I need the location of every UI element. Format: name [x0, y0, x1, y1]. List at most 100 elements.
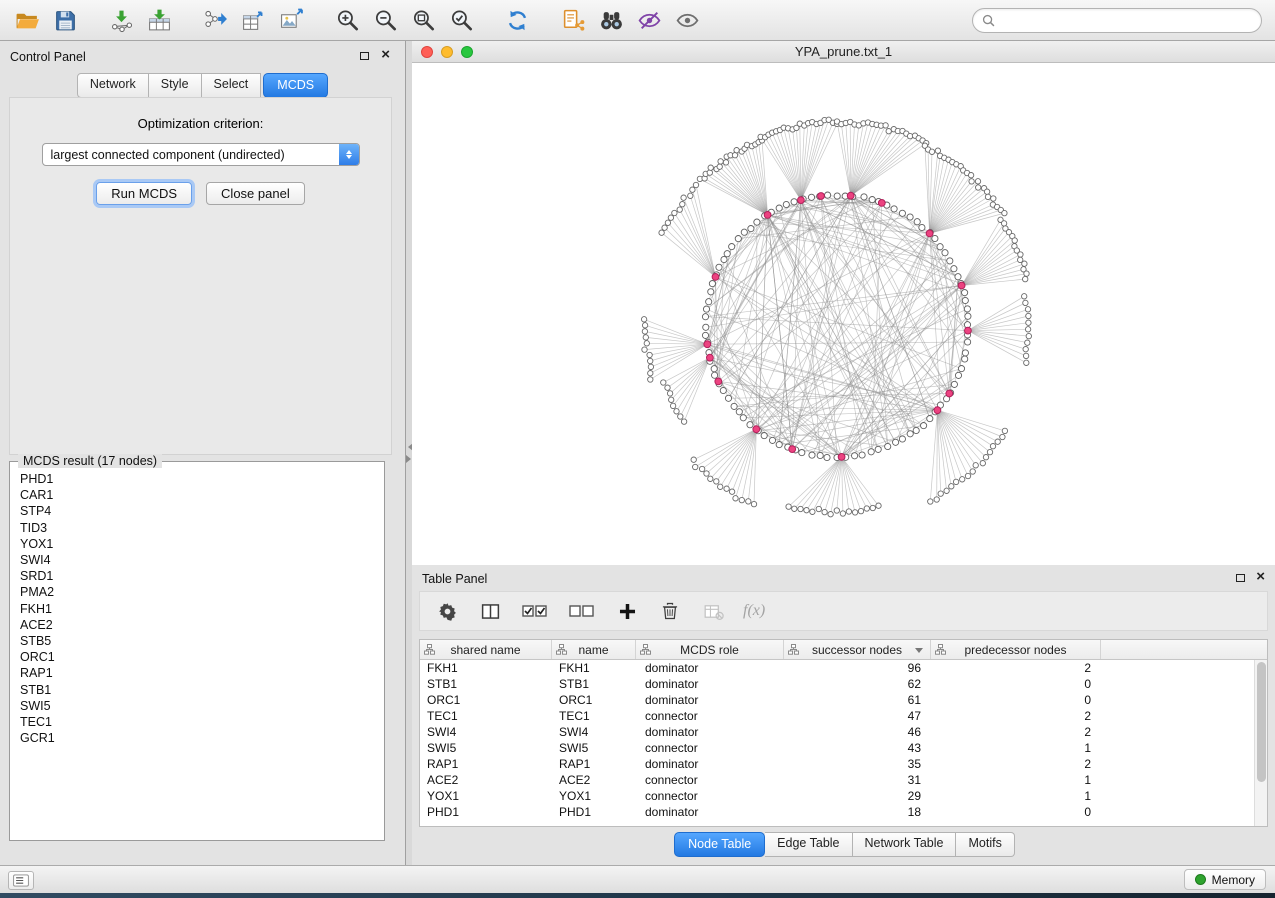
table-columns-button[interactable]: [477, 597, 503, 625]
export-table-button[interactable]: [234, 3, 272, 37]
find-icon: [599, 8, 624, 33]
mcds-result-item[interactable]: SWI4: [20, 552, 383, 568]
run-mcds-button[interactable]: Run MCDS: [96, 182, 192, 205]
table-toolbar: f(x): [419, 591, 1268, 631]
node-table: shared namenameMCDS rolesuccessor nodesp…: [419, 639, 1268, 827]
table-row[interactable]: ACE2ACE2connector311: [420, 772, 1254, 788]
add-row-icon: [618, 602, 637, 621]
refresh-button[interactable]: [498, 3, 536, 37]
open-file-button[interactable]: [8, 3, 46, 37]
delete-row-button[interactable]: [657, 597, 683, 625]
tab-mcds[interactable]: MCDS: [263, 73, 328, 98]
save-button[interactable]: [46, 3, 84, 37]
deselect-all-icon: [569, 601, 595, 621]
export-image-button[interactable]: [272, 3, 310, 37]
mcds-result-item[interactable]: TID3: [20, 520, 383, 536]
zoom-selected-button[interactable]: [442, 3, 480, 37]
mcds-result-item[interactable]: RAP1: [20, 665, 383, 681]
sort-indicator-icon[interactable]: [915, 648, 923, 657]
zoom-in-button[interactable]: [328, 3, 366, 37]
table-row[interactable]: SWI4SWI4dominator462: [420, 724, 1254, 740]
column-type-icon: [935, 644, 946, 658]
panel-menu-button[interactable]: [8, 871, 34, 890]
export-image-icon: [279, 8, 304, 33]
export-network-button[interactable]: [196, 3, 234, 37]
table-tab-motifs[interactable]: Motifs: [956, 832, 1014, 857]
add-row-button[interactable]: [614, 597, 640, 625]
column-header-predecessor-nodes[interactable]: predecessor nodes: [931, 640, 1101, 659]
mcds-result-item[interactable]: PHD1: [20, 471, 383, 487]
import-network-button[interactable]: [102, 3, 140, 37]
mcds-result-item[interactable]: SWI5: [20, 698, 383, 714]
share-document-button[interactable]: [554, 3, 592, 37]
mcds-result-item[interactable]: PMA2: [20, 584, 383, 600]
delete-table-button[interactable]: [700, 597, 726, 625]
column-header-shared-name[interactable]: shared name: [420, 640, 552, 659]
hide-details-button[interactable]: [630, 3, 668, 37]
memory-status-icon: [1195, 874, 1206, 885]
show-details-button[interactable]: [668, 3, 706, 37]
column-header-successor-nodes[interactable]: successor nodes: [784, 640, 931, 659]
table-row[interactable]: PHD1PHD1dominator180: [420, 804, 1254, 820]
table-row[interactable]: TEC1TEC1connector472: [420, 708, 1254, 724]
table-tab-network-table[interactable]: Network Table: [853, 832, 957, 857]
mcds-result-item[interactable]: SRD1: [20, 568, 383, 584]
function-builder-button[interactable]: f(x): [743, 602, 765, 620]
table-row[interactable]: STB1STB1dominator620: [420, 676, 1254, 692]
column-header-name[interactable]: name: [552, 640, 636, 659]
mcds-result-item[interactable]: YOX1: [20, 536, 383, 552]
control-panel-tabs: NetworkStyleSelectMCDS: [0, 73, 405, 98]
mcds-pane: Optimization criterion: largest connecte…: [9, 97, 392, 455]
column-type-icon: [424, 644, 435, 658]
table-body: FKH1FKH1dominator962STB1STB1dominator620…: [420, 660, 1254, 826]
close-panel-button[interactable]: Close panel: [206, 182, 305, 205]
column-header-MCDS-role[interactable]: MCDS role: [636, 640, 784, 659]
find-button[interactable]: [592, 3, 630, 37]
zoom-fit-button[interactable]: [404, 3, 442, 37]
table-settings-button[interactable]: [434, 597, 460, 625]
table-row[interactable]: SWI5SWI5connector431: [420, 740, 1254, 756]
mcds-result-item[interactable]: GCR1: [20, 730, 383, 746]
search-icon: [982, 14, 995, 27]
mcds-result-item[interactable]: ACE2: [20, 617, 383, 633]
status-bar: Memory: [0, 865, 1275, 893]
table-tab-node-table[interactable]: Node Table: [674, 832, 765, 857]
scrollbar-thumb[interactable]: [1257, 662, 1266, 782]
import-table-button[interactable]: [140, 3, 178, 37]
table-row[interactable]: YOX1YOX1connector291: [420, 788, 1254, 804]
tab-select[interactable]: Select: [202, 73, 262, 98]
tab-network[interactable]: Network: [77, 73, 149, 98]
mcds-result-item[interactable]: FKH1: [20, 601, 383, 617]
close-table-panel-icon[interactable]: ×: [1256, 569, 1265, 585]
float-panel-icon[interactable]: [360, 52, 369, 60]
criterion-select[interactable]: largest connected component (undirected): [42, 143, 360, 166]
network-canvas[interactable]: [412, 63, 1275, 565]
select-all-button[interactable]: [520, 597, 550, 625]
memory-button[interactable]: Memory: [1184, 869, 1266, 890]
table-panel-tabs: Node TableEdge TableNetwork TableMotifs: [412, 832, 1275, 857]
table-tab-edge-table[interactable]: Edge Table: [765, 832, 852, 857]
search-box: [972, 8, 1262, 33]
zoom-out-button[interactable]: [366, 3, 404, 37]
list-icon: [13, 874, 29, 887]
optimization-criterion-label: Optimization criterion:: [10, 116, 391, 131]
zoom-fit-icon: [411, 8, 436, 33]
table-row[interactable]: ORC1ORC1dominator610: [420, 692, 1254, 708]
mcds-result-item[interactable]: CAR1: [20, 487, 383, 503]
close-panel-icon[interactable]: ×: [381, 47, 390, 63]
table-row[interactable]: FKH1FKH1dominator962: [420, 660, 1254, 676]
import-table-icon: [147, 8, 172, 33]
mcds-result-item[interactable]: TEC1: [20, 714, 383, 730]
table-row[interactable]: RAP1RAP1dominator352: [420, 756, 1254, 772]
hide-details-icon: [637, 8, 662, 33]
mcds-result-item[interactable]: STB1: [20, 682, 383, 698]
mcds-result-item[interactable]: ORC1: [20, 649, 383, 665]
network-view: YPA_prune.txt_1: [412, 41, 1275, 565]
float-table-panel-icon[interactable]: [1236, 574, 1245, 582]
table-scrollbar[interactable]: [1254, 660, 1267, 826]
mcds-result-item[interactable]: STB5: [20, 633, 383, 649]
search-input[interactable]: [1001, 11, 1251, 31]
tab-style[interactable]: Style: [149, 73, 202, 98]
deselect-all-button[interactable]: [567, 597, 597, 625]
mcds-result-item[interactable]: STP4: [20, 503, 383, 519]
